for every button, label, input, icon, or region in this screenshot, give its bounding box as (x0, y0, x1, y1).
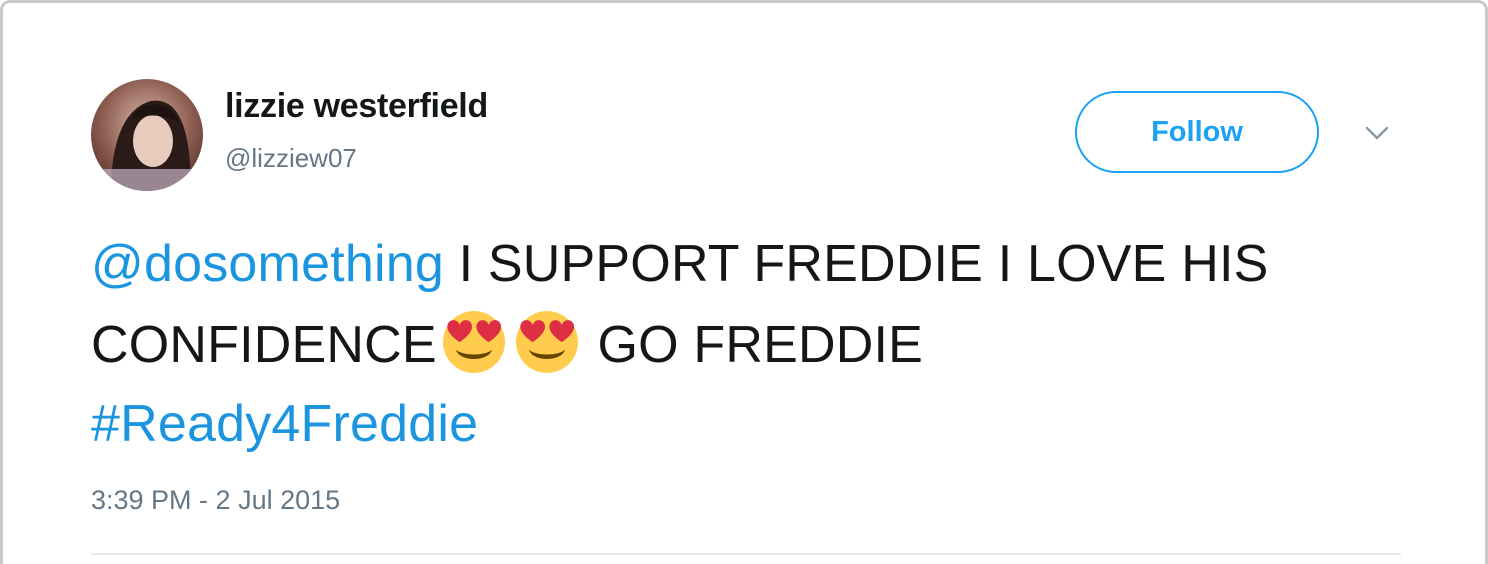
user-handle[interactable]: @lizziew07 (225, 143, 357, 174)
mention-link[interactable]: @dosomething (91, 235, 444, 293)
tweet-text: @dosomething I SUPPORT FREDDIE I LOVE HI… (91, 225, 1421, 464)
heart-eyes-emoji-icon (511, 304, 583, 376)
chevron-down-icon[interactable] (1365, 125, 1389, 141)
tweet-timestamp[interactable]: 3:39 PM - 2 Jul 2015 (91, 485, 340, 516)
follow-button[interactable]: Follow (1075, 91, 1319, 173)
hashtag-link[interactable]: #Ready4Freddie (91, 395, 478, 453)
heart-eyes-emoji-icon (438, 304, 510, 376)
display-name[interactable]: lizzie westerfield (225, 87, 488, 126)
tweet-body-text-2: GO FREDDIE (582, 316, 924, 374)
avatar[interactable] (91, 79, 203, 191)
profile-photo-icon (91, 79, 203, 191)
divider (91, 553, 1401, 555)
tweet-card: lizzie westerfield @lizziew07 Follow @do… (0, 0, 1488, 564)
